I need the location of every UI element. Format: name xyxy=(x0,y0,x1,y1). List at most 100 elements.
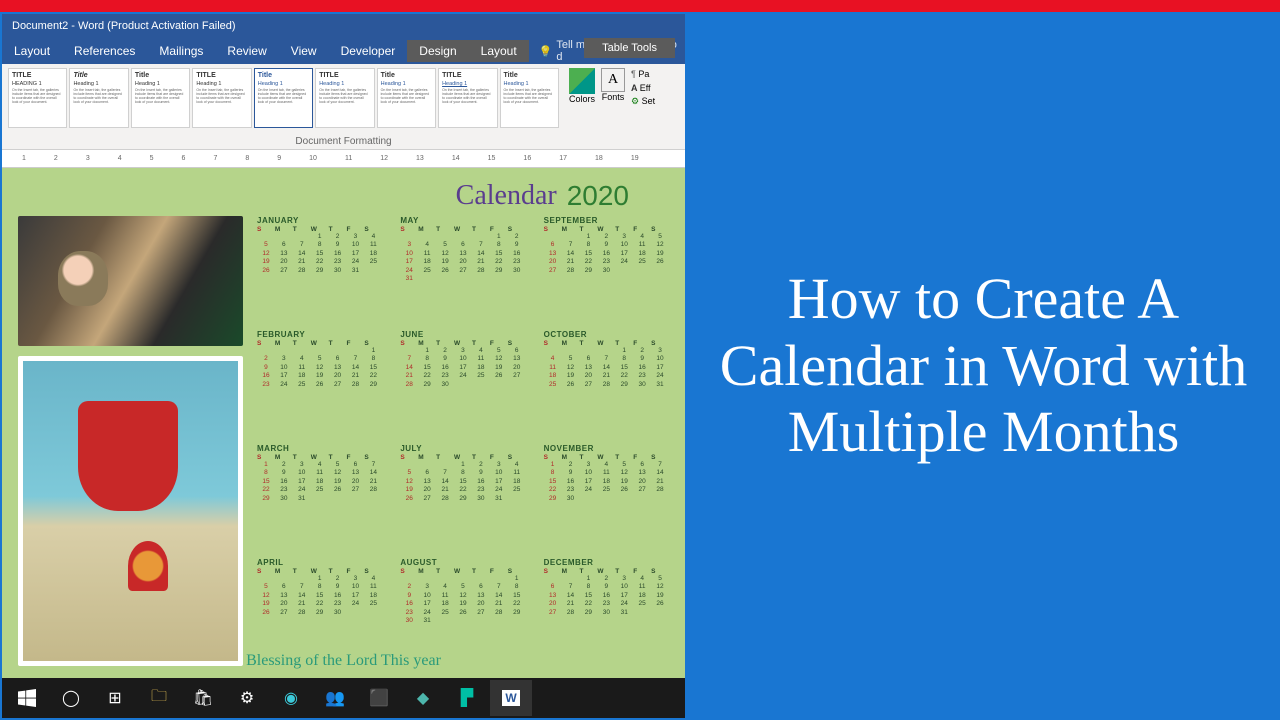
horizontal-ruler[interactable]: 12345678910111213141516171819 xyxy=(2,150,685,168)
fonts-button[interactable]: A Fonts xyxy=(601,68,625,102)
task-view-icon: ⊞ xyxy=(108,688,121,708)
tab-developer[interactable]: Developer xyxy=(329,40,408,62)
windows-taskbar: ◯ ⊞ 🗀 🛍 ⚙ ◉ 👥 ⬛ ◆ ▛ W xyxy=(2,678,685,718)
month-name: MAY xyxy=(400,216,525,225)
bulb-icon: 💡 xyxy=(539,45,553,58)
blessing-caption: Blessing of the Lord This year xyxy=(2,652,685,670)
ruler-mark: 6 xyxy=(182,155,186,162)
month-name: SEPTEMBER xyxy=(544,216,669,225)
tab-mailings[interactable]: Mailings xyxy=(147,40,215,62)
ruler-mark: 9 xyxy=(277,155,281,162)
photo-column xyxy=(18,216,243,666)
folder-icon: 🗀 xyxy=(151,685,167,712)
month-name: JANUARY xyxy=(257,216,382,225)
app-button[interactable]: ◆ xyxy=(402,680,444,716)
photo-baby-and-adult[interactable] xyxy=(18,216,243,346)
month-name: MARCH xyxy=(257,444,382,453)
window-title-text: Document2 - Word (Product Activation Fai… xyxy=(12,20,236,32)
teams-button[interactable]: 👥 xyxy=(314,680,356,716)
ruler-mark: 10 xyxy=(309,155,317,162)
ribbon-tab-strip: Layout References Mailings Review View D… xyxy=(2,38,685,64)
tab-review[interactable]: Review xyxy=(215,40,278,62)
month-block: JANUARYSMTWTFS12345678910111213141516171… xyxy=(257,216,382,324)
style-preset[interactable]: Title Heading 1 On the Insert tab, the g… xyxy=(500,68,559,128)
month-name: APRIL xyxy=(257,558,382,567)
month-name: OCTOBER xyxy=(544,330,669,339)
window-title-bar: Document2 - Word (Product Activation Fai… xyxy=(2,14,685,38)
month-block: MAYSMTWTFS123456789101112131415161718192… xyxy=(400,216,525,324)
style-preset[interactable]: Title Heading 1 On the Insert tab, the g… xyxy=(69,68,128,128)
teams-icon: 👥 xyxy=(325,688,345,708)
ruler-mark: 7 xyxy=(213,155,217,162)
office-icon: ⬛ xyxy=(369,688,389,708)
microsoft-store-button[interactable]: 🛍 xyxy=(182,680,224,716)
store-icon: 🛍 xyxy=(193,688,213,708)
day-of-week-row: SMTWTFS xyxy=(257,340,382,347)
windows-icon xyxy=(18,689,36,707)
tab-references[interactable]: References xyxy=(62,40,147,62)
settings-button[interactable]: ⚙ xyxy=(226,680,268,716)
tab-table-layout[interactable]: Layout xyxy=(469,40,529,62)
month-block: FEBRUARYSMTWTFS1234567891011121314151617… xyxy=(257,330,382,438)
style-preset-selected[interactable]: Title Heading 1 On the Insert tab, the g… xyxy=(254,68,313,128)
edge-browser-button[interactable]: ◉ xyxy=(270,680,312,716)
ruler-mark: 2 xyxy=(54,155,58,162)
word-app-button[interactable]: W xyxy=(490,680,532,716)
ruler-mark: 16 xyxy=(523,155,531,162)
style-preset[interactable]: TITLE Heading 1 On the Insert tab, the g… xyxy=(192,68,251,128)
video-thumbnail: Document2 - Word (Product Activation Fai… xyxy=(0,0,1280,720)
ruler-mark: 11 xyxy=(345,155,352,162)
month-name: DECEMBER xyxy=(544,558,669,567)
set-default-button[interactable]: Set xyxy=(631,95,655,109)
calendar-header: Calendar 2020 xyxy=(18,180,669,212)
days-grid: 1234567891011121314151617181920212223242… xyxy=(257,575,382,617)
day-of-week-row: SMTWTFS xyxy=(257,454,382,461)
day-of-week-row: SMTWTFS xyxy=(544,454,669,461)
style-preset[interactable]: Title Heading 1 On the Insert tab, the g… xyxy=(377,68,436,128)
task-view-button[interactable]: ⊞ xyxy=(94,680,136,716)
office-button[interactable]: ⬛ xyxy=(358,680,400,716)
month-name: NOVEMBER xyxy=(544,444,669,453)
calendar-title-word: Calendar xyxy=(456,180,557,212)
gear-icon: ⚙ xyxy=(240,688,254,708)
days-grid: 1234567891011121314151617181920212223242… xyxy=(257,461,382,503)
ruler-mark: 4 xyxy=(118,155,122,162)
ruler-mark: 15 xyxy=(488,155,496,162)
main-area: Document2 - Word (Product Activation Fai… xyxy=(0,12,1280,720)
edge-icon: ◉ xyxy=(284,688,298,708)
style-preset[interactable]: TITLE HEADING 1 On the Insert tab, the g… xyxy=(8,68,67,128)
search-button[interactable]: ◯ xyxy=(50,680,92,716)
month-block: SEPTEMBERSMTWTFS123456789101112131415161… xyxy=(544,216,669,324)
day-of-week-row: SMTWTFS xyxy=(544,568,669,575)
ribbon-group-label: Document Formatting xyxy=(2,136,685,147)
tab-view[interactable]: View xyxy=(279,40,329,62)
month-block: OCTOBERSMTWTFS12345678910111213141516171… xyxy=(544,330,669,438)
start-button[interactable] xyxy=(6,680,48,716)
paragraph-spacing-button[interactable]: Pa xyxy=(631,68,655,82)
document-body: JANUARYSMTWTFS12345678910111213141516171… xyxy=(18,216,669,666)
style-preset[interactable]: TITLE Heading 1 On the Insert tab, the g… xyxy=(438,68,497,128)
month-block: MARCHSMTWTFS1234567891011121314151617181… xyxy=(257,444,382,552)
photo-child-beach[interactable] xyxy=(18,356,243,666)
month-name: FEBRUARY xyxy=(257,330,382,339)
days-grid: 1234567891011121314151617181920212223242… xyxy=(544,575,669,617)
ruler-mark: 5 xyxy=(150,155,154,162)
filmora-button[interactable]: ▛ xyxy=(446,680,488,716)
ruler-mark: 8 xyxy=(245,155,249,162)
tab-layout[interactable]: Layout xyxy=(2,40,62,62)
style-preset[interactable]: Title Heading 1 On the Insert tab, the g… xyxy=(131,68,190,128)
month-name: JUNE xyxy=(400,330,525,339)
day-of-week-row: SMTWTFS xyxy=(544,340,669,347)
days-grid: 1234567891011121314151617181920212223242… xyxy=(257,347,382,389)
calendar-months-grid: JANUARYSMTWTFS12345678910111213141516171… xyxy=(257,216,669,666)
days-grid: 1234567891011121314151617181920212223242… xyxy=(544,347,669,389)
effects-button[interactable]: Eff xyxy=(631,82,655,96)
month-block: AUGUSTSMTWTFS123456789101112131415161718… xyxy=(400,558,525,666)
colors-button[interactable]: Colors xyxy=(569,68,595,104)
ribbon-panel: TITLE HEADING 1 On the Insert tab, the g… xyxy=(2,64,685,150)
document-page[interactable]: Calendar 2020 JANUARYSMTWTFS123456789101… xyxy=(2,168,685,678)
tab-table-design[interactable]: Design xyxy=(407,40,468,62)
filmora-icon: ▛ xyxy=(461,688,473,708)
style-preset[interactable]: TITLE Heading 1 On the Insert tab, the g… xyxy=(315,68,374,128)
file-explorer-button[interactable]: 🗀 xyxy=(138,680,180,716)
